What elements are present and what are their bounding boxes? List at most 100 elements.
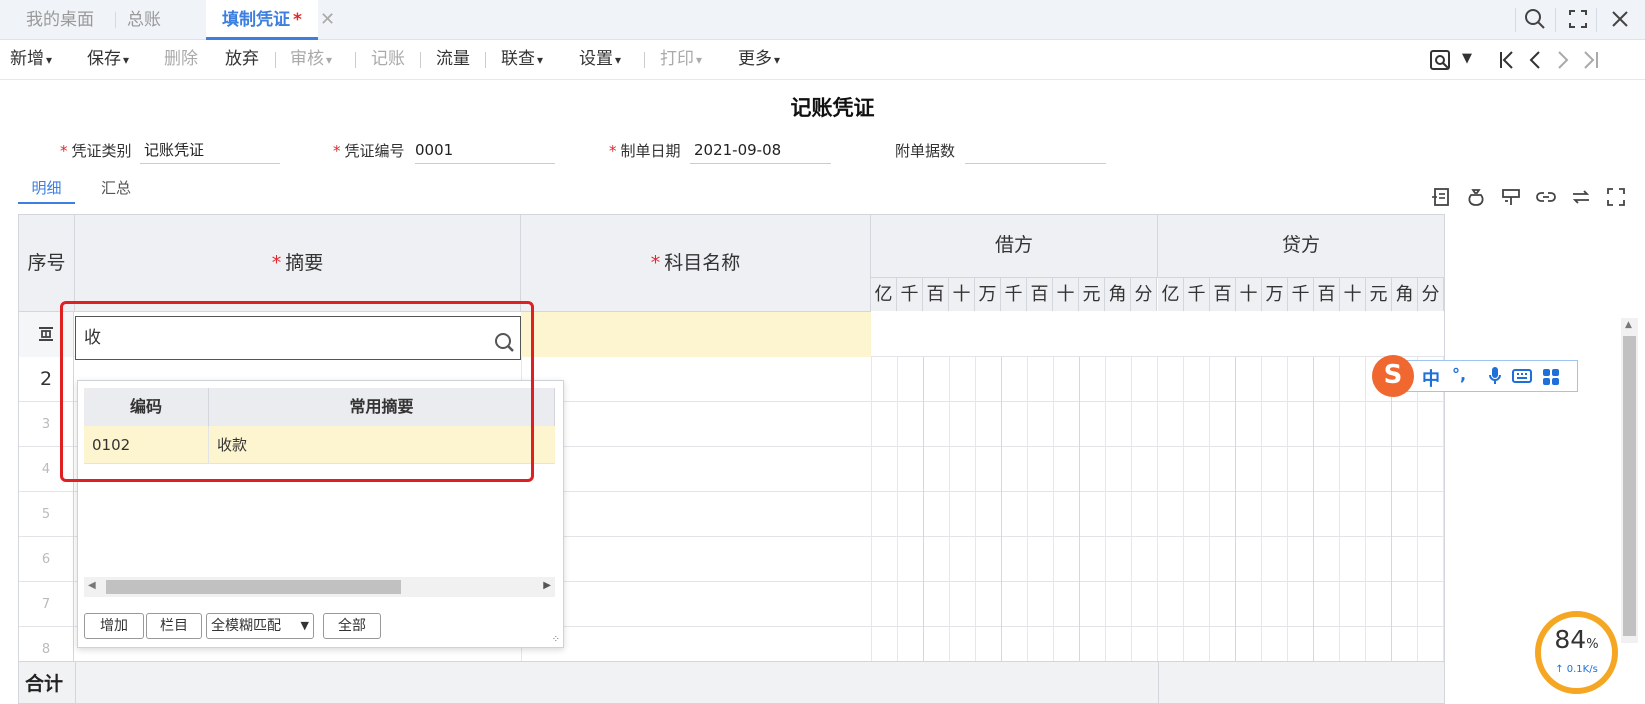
digit-divider: [897, 357, 898, 402]
account-cell-active[interactable]: [521, 312, 871, 357]
digit-divider: [1339, 447, 1340, 492]
digit-divider: [1339, 357, 1340, 402]
first-page-icon[interactable]: [1496, 48, 1522, 76]
post-button[interactable]: 记账: [371, 40, 405, 80]
swap-icon[interactable]: [1570, 186, 1592, 208]
digit-divider: [1079, 582, 1080, 627]
number-field[interactable]: 0001: [415, 136, 555, 164]
scroll-thumb[interactable]: [106, 580, 401, 594]
tab-summary[interactable]: 汇总: [101, 176, 131, 204]
horizontal-scrollbar[interactable]: ◀ ▶: [84, 577, 555, 597]
tab-fill-voucher[interactable]: 填制凭证 *: [206, 0, 318, 40]
digit-divider: [1339, 582, 1340, 627]
resize-handle-icon[interactable]: ⁘: [552, 634, 560, 645]
digit-divider: [1131, 537, 1132, 582]
link-query-button[interactable]: 联查 ▾: [501, 40, 543, 80]
scroll-left-icon[interactable]: ◀: [88, 580, 96, 591]
tab-fill-voucher-label: 填制凭证: [222, 10, 290, 30]
vertical-scrollbar[interactable]: ▲: [1621, 318, 1638, 643]
expand-icon[interactable]: [1605, 186, 1627, 208]
total-row: 合计: [19, 661, 1444, 703]
money-bag-icon[interactable]: [1465, 186, 1487, 208]
keyboard-icon[interactable]: [1512, 368, 1532, 388]
print-button[interactable]: 打印 ▾: [660, 40, 702, 80]
add-button[interactable]: 增加: [84, 613, 144, 639]
more-label: 更多: [738, 49, 772, 69]
split-icon[interactable]: [1500, 186, 1522, 208]
digit-divider: [1235, 402, 1236, 447]
settings-button[interactable]: 设置 ▾: [579, 40, 621, 80]
all-button[interactable]: 全部: [323, 613, 381, 639]
digit-divider: [923, 537, 924, 582]
scroll-thumb[interactable]: [1623, 336, 1636, 636]
flow-button[interactable]: 流量: [436, 40, 470, 80]
digit-divider: [1365, 492, 1366, 537]
scroll-up-icon[interactable]: ▲: [1625, 320, 1632, 330]
debit-header: 借方: [871, 215, 1158, 278]
close-icon[interactable]: ✕: [320, 0, 335, 40]
match-mode-select[interactable]: 全模糊匹配 ▼: [206, 613, 314, 639]
digit-divider: [1443, 447, 1444, 492]
tab-detail[interactable]: 明细: [18, 176, 75, 204]
digit-divider: [1053, 582, 1054, 627]
digit-divider: [1079, 357, 1080, 402]
credit-digit-10: 分: [1418, 278, 1444, 311]
tab-general-ledger[interactable]: 总账: [127, 0, 161, 40]
chevron-down-icon: ▾: [537, 53, 544, 67]
print-label: 打印: [660, 49, 694, 69]
chevron-down-icon[interactable]: ▼: [1462, 40, 1472, 80]
next-page-icon[interactable]: [1552, 48, 1578, 76]
fullscreen-icon[interactable]: [1566, 6, 1592, 34]
date-field[interactable]: 2021-09-08: [690, 136, 831, 164]
col-account-label: 科目名称: [664, 252, 741, 274]
digit-divider: [1157, 537, 1158, 582]
discard-button[interactable]: 放弃: [225, 40, 259, 80]
debit-digit-10: 分: [1131, 278, 1157, 311]
network-speed-widget[interactable]: 84% ↑ 0.1K/s: [1535, 611, 1618, 694]
credit-digit-8: 元: [1366, 278, 1392, 311]
last-page-icon[interactable]: [1580, 48, 1606, 76]
preview-icon[interactable]: [1428, 48, 1454, 76]
insert-row-icon[interactable]: [1430, 186, 1452, 208]
sogou-logo-icon[interactable]: S: [1372, 355, 1414, 397]
digit-divider: [1391, 447, 1392, 492]
tab-my-desktop[interactable]: 我的桌面: [26, 0, 94, 40]
digit-divider: [1157, 357, 1158, 402]
number-label: * 凭证编号: [333, 140, 405, 161]
digit-divider: [949, 402, 950, 447]
digit-divider: [1105, 492, 1106, 537]
close-window-icon[interactable]: [1608, 6, 1634, 34]
digit-divider: [1079, 402, 1080, 447]
new-label: 新增: [10, 49, 44, 69]
digit-divider: [1287, 357, 1288, 402]
ime-mode[interactable]: 中: [1422, 365, 1440, 391]
audit-button[interactable]: 审核 ▾: [290, 40, 332, 80]
digit-divider: [1027, 492, 1028, 537]
credit-digit-5: 千: [1288, 278, 1314, 311]
search-icon[interactable]: [1523, 6, 1549, 34]
save-button[interactable]: 保存 ▾: [87, 40, 129, 80]
attach-field[interactable]: [965, 136, 1106, 164]
digit-divider: [1131, 357, 1132, 402]
digit-divider: [897, 582, 898, 627]
category-field[interactable]: 记账凭证: [140, 136, 280, 164]
digit-divider: [1261, 582, 1262, 627]
microphone-icon[interactable]: [1488, 366, 1502, 390]
previous-page-icon[interactable]: [1524, 48, 1550, 76]
page-title: 记账凭证: [790, 96, 875, 120]
digit-divider: [949, 582, 950, 627]
credit-digit-2: 百: [1210, 278, 1236, 311]
delete-button[interactable]: 删除: [164, 40, 198, 80]
link-icon[interactable]: [1535, 186, 1557, 208]
digit-divider: [1261, 492, 1262, 537]
columns-button[interactable]: 栏目: [146, 613, 202, 639]
digit-divider: [949, 537, 950, 582]
grid-menu-icon[interactable]: [1542, 368, 1560, 390]
digit-divider: [1105, 582, 1106, 627]
digit-divider: [1443, 582, 1444, 627]
total-divider: [1158, 662, 1159, 703]
scroll-right-icon[interactable]: ▶: [543, 580, 551, 591]
ime-punct[interactable]: °,: [1452, 365, 1466, 384]
new-button[interactable]: 新增 ▾: [10, 40, 52, 80]
more-button[interactable]: 更多 ▾: [738, 40, 780, 80]
